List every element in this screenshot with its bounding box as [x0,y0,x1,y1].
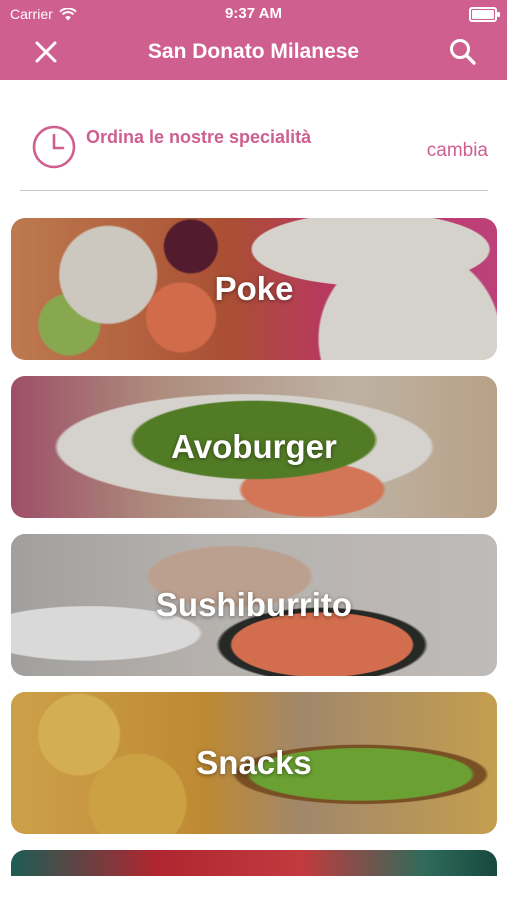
schedule-row: Ordina le nostre specialità cambia [22,118,488,174]
category-label: Snacks [196,744,312,781]
page-title: San Donato Milanese [147,40,360,63]
category-card-avoburger[interactable]: Avoburger [11,376,497,518]
category-card-partial[interactable] [11,850,497,876]
search-button[interactable] [447,36,479,68]
category-card-sushiburrito[interactable]: Sushiburrito [11,534,497,676]
category-card-poke[interactable]: Poke [11,218,497,360]
category-label: Avoburger [171,428,337,465]
category-label: Poke [214,270,294,307]
schedule-label: Ordina le nostre specialità [86,127,312,147]
clock-icon [32,125,76,169]
status-time: 9:37 AM [225,5,282,22]
search-icon [450,39,476,65]
status-bar: Carrier 9:37 AM [0,0,507,26]
battery-icon [469,7,500,22]
divider [20,190,488,191]
app-header: Carrier 9:37 AM San Donato Milanese [0,0,507,80]
change-link[interactable]: cambia [427,140,488,162]
category-card-snacks[interactable]: Snacks [11,692,497,834]
category-label: Sushiburrito [155,586,353,623]
nav-bar: San Donato Milanese [0,26,507,80]
